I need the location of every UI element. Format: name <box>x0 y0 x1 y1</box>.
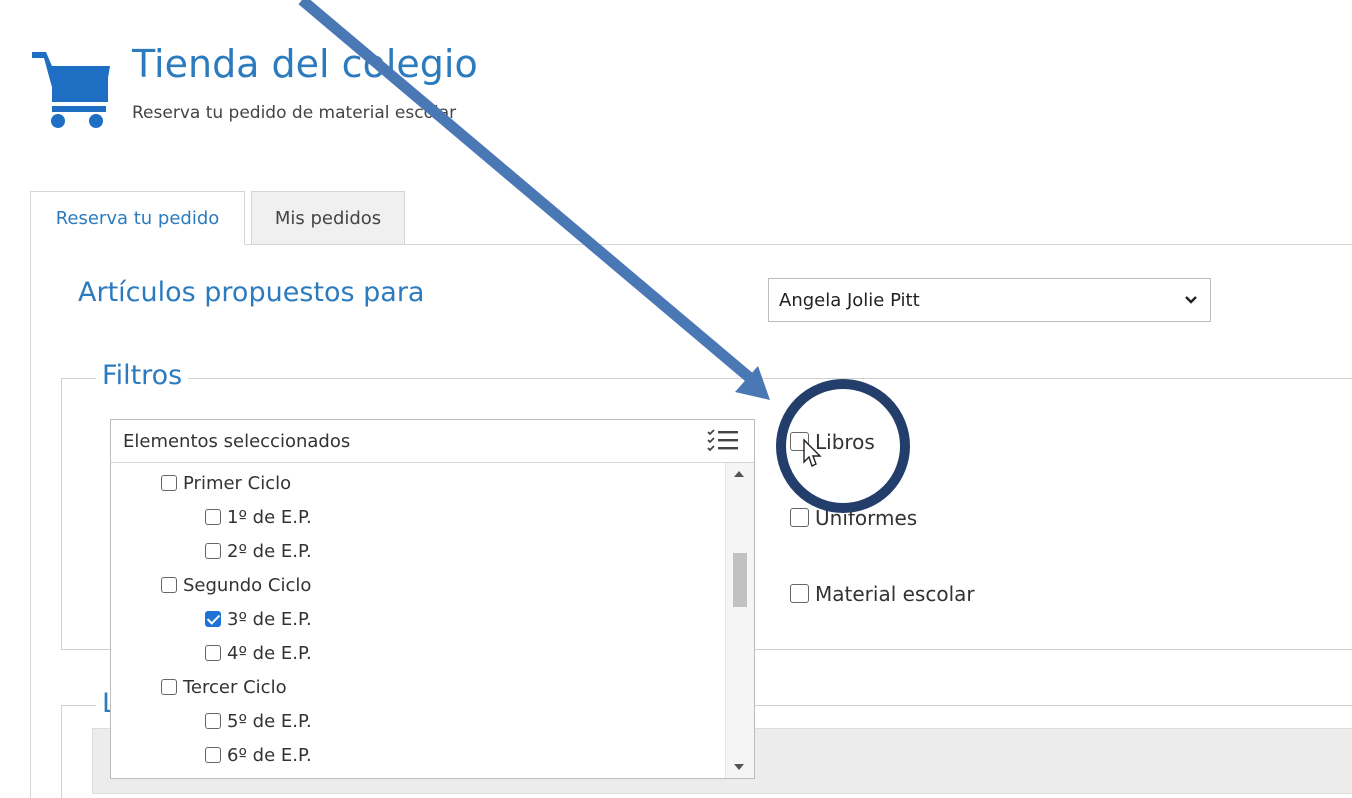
shopping-cart-icon <box>32 52 110 128</box>
checkbox-checked[interactable] <box>205 611 221 627</box>
student-select[interactable]: Angela Jolie Pitt <box>768 278 1211 322</box>
checkbox[interactable] <box>205 713 221 729</box>
checkbox[interactable] <box>205 747 221 763</box>
multiselect-scrollbar[interactable] <box>725 463 754 778</box>
checkbox[interactable] <box>790 432 809 451</box>
app-subtitle: Reserva tu pedido de material escolar <box>132 103 457 123</box>
checkbox[interactable] <box>790 584 809 603</box>
panel-border <box>30 245 31 798</box>
multiselect-header[interactable]: Elementos seleccionados <box>111 420 754 463</box>
grade-multiselect[interactable]: Elementos seleccionados Primer Ciclo 1º … <box>110 419 755 779</box>
checkbox[interactable] <box>161 577 177 593</box>
tab-mis-pedidos[interactable]: Mis pedidos <box>251 191 405 245</box>
multiselect-header-label: Elementos seleccionados <box>123 431 351 452</box>
checkbox[interactable] <box>205 509 221 525</box>
option-segundo-ciclo[interactable]: Segundo Ciclo <box>161 575 311 603</box>
category-material-escolar[interactable]: Material escolar <box>790 582 975 606</box>
tab-reserva-tu-pedido[interactable]: Reserva tu pedido <box>30 191 245 245</box>
checkbox[interactable] <box>205 645 221 661</box>
checkbox[interactable] <box>161 679 177 695</box>
option-4-de-ep[interactable]: 4º de E.P. <box>205 643 312 671</box>
filters-legend: Filtros <box>96 360 189 391</box>
option-primer-ciclo[interactable]: Primer Ciclo <box>161 473 291 501</box>
option-5-de-ep[interactable]: 5º de E.P. <box>205 711 312 739</box>
checkbox[interactable] <box>790 508 809 527</box>
option-2-de-ep[interactable]: 2º de E.P. <box>205 541 312 569</box>
category-uniformes[interactable]: Uniformes <box>790 506 917 530</box>
scroll-down-icon[interactable] <box>734 764 744 770</box>
option-3-de-ep[interactable]: 3º de E.P. <box>205 609 312 637</box>
checkbox[interactable] <box>205 543 221 559</box>
multiselect-list: Primer Ciclo 1º de E.P. 2º de E.P. Segun… <box>111 463 725 778</box>
option-tercer-ciclo[interactable]: Tercer Ciclo <box>161 677 287 705</box>
option-6-de-ep[interactable]: 6º de E.P. <box>205 745 312 773</box>
chevron-down-icon <box>1185 296 1197 304</box>
category-libros[interactable]: Libros <box>790 430 875 454</box>
student-select-value: Angela Jolie Pitt <box>779 290 920 311</box>
option-1-de-ep[interactable]: 1º de E.P. <box>205 507 312 535</box>
app-title: Tienda del colegio <box>132 42 478 86</box>
checklist-icon[interactable] <box>706 428 740 454</box>
section-heading: Artículos propuestos para <box>78 277 425 308</box>
checkbox[interactable] <box>161 475 177 491</box>
scrollbar-thumb[interactable] <box>733 553 747 607</box>
scroll-up-icon[interactable] <box>734 471 744 477</box>
